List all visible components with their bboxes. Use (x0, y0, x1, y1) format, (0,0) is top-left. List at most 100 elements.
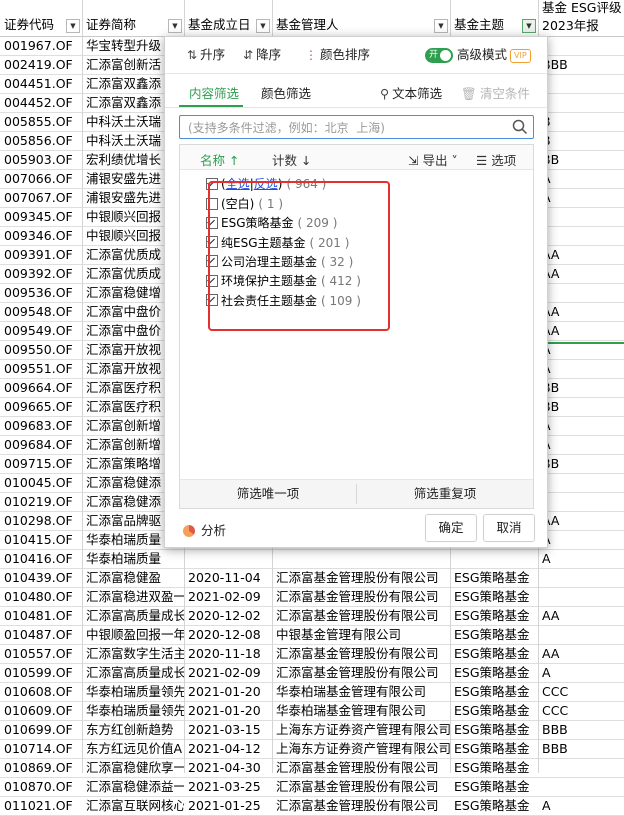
table-cell[interactable]: 2021-01-25 (184, 797, 272, 815)
table-cell[interactable]: BB (538, 398, 624, 416)
table-cell[interactable]: CCC (538, 702, 624, 720)
table-cell[interactable]: 010481.OF (0, 607, 82, 625)
table-cell[interactable]: 011021.OF (0, 797, 82, 815)
table-cell[interactable] (538, 588, 624, 606)
table-cell[interactable]: 汇添富基金管理股份有限公司 (272, 607, 450, 625)
table-cell[interactable]: 2021-03-25 (184, 778, 272, 796)
table-cell[interactable]: AA (538, 246, 624, 264)
table-cell[interactable]: 005903.OF (0, 151, 82, 169)
table-cell[interactable] (538, 227, 624, 245)
table-cell[interactable]: 009548.OF (0, 303, 82, 321)
table-cell[interactable] (538, 37, 624, 55)
table-cell[interactable]: 华泰柏瑞质量领先 (82, 702, 184, 720)
table-cell[interactable]: 中银基金管理有限公司 (272, 626, 450, 644)
table-cell[interactable]: 汇添富互联网核心 (82, 797, 184, 815)
table-cell[interactable]: 华泰柏瑞质量领先 (82, 683, 184, 701)
table-cell[interactable]: 009551.OF (0, 360, 82, 378)
table-cell[interactable]: 汇添富高质量成长 (82, 664, 184, 682)
color-sort-button[interactable]: ⋮ 颜色排序 (305, 46, 370, 64)
table-cell[interactable]: A (538, 417, 624, 435)
table-cell[interactable]: ESG策略基金 (450, 778, 538, 796)
tab-content-filter[interactable]: 内容筛选 (189, 83, 239, 102)
table-cell[interactable]: 华泰柏瑞质量 (82, 550, 184, 568)
table-cell[interactable] (538, 94, 624, 112)
table-cell[interactable]: 东方红创新趋势 (82, 721, 184, 739)
table-cell[interactable]: 010480.OF (0, 588, 82, 606)
table-cell[interactable] (538, 778, 624, 796)
table-cell[interactable]: 2021-01-20 (184, 702, 272, 720)
table-cell[interactable]: 汇添富稳健盈 (82, 569, 184, 587)
filter-dropdown-icon[interactable]: ▼ (434, 19, 448, 33)
table-cell[interactable]: 001967.OF (0, 37, 82, 55)
table-cell[interactable]: 002419.OF (0, 56, 82, 74)
table-cell[interactable]: A (538, 189, 624, 207)
table-cell[interactable]: AA (538, 512, 624, 530)
table-cell[interactable]: 东方红远见价值A (82, 740, 184, 758)
table-cell[interactable] (538, 75, 624, 93)
filter-duplicate-button[interactable]: 筛选重复项 (357, 480, 533, 508)
clear-condition-button[interactable]: 🗑 清空条件 (461, 83, 530, 102)
table-cell[interactable] (538, 474, 624, 492)
table-cell[interactable]: 010869.OF (0, 759, 82, 777)
header-manager[interactable]: 基金管理人 ▼ (272, 0, 450, 37)
table-cell[interactable]: 汇添富数字生活主 (82, 645, 184, 663)
table-cell[interactable]: 汇添富高质量成长 (82, 607, 184, 625)
table-row[interactable]: 010714.OF 东方红远见价值A 2021-04-12 上海东方证券资产管理有限公… (0, 740, 624, 759)
table-cell[interactable] (538, 493, 624, 511)
table-cell[interactable]: 010608.OF (0, 683, 82, 701)
table-row[interactable]: 010870.OF 汇添富稳健添益一 2021-03-25 汇添富基金管理股份有限公司… (0, 778, 624, 797)
table-cell[interactable]: 010439.OF (0, 569, 82, 587)
table-cell[interactable]: ESG策略基金 (450, 721, 538, 739)
table-cell[interactable]: ESG策略基金 (450, 569, 538, 587)
filter-unique-button[interactable]: 筛选唯一项 (180, 480, 356, 508)
table-cell[interactable]: BBB (538, 721, 624, 739)
table-cell[interactable]: 010219.OF (0, 493, 82, 511)
table-cell[interactable]: 汇添富稳健添益一 (82, 778, 184, 796)
table-cell[interactable] (538, 569, 624, 587)
table-cell[interactable]: A (538, 664, 624, 682)
table-cell[interactable]: 汇添富稳健欣享一 (82, 759, 184, 777)
sort-asc-button[interactable]: ⇅ 升序 (187, 46, 225, 64)
table-cell[interactable]: 009715.OF (0, 455, 82, 473)
table-cell[interactable]: 2021-02-09 (184, 588, 272, 606)
table-cell[interactable]: 2020-12-02 (184, 607, 272, 625)
table-cell[interactable]: 010416.OF (0, 550, 82, 568)
table-cell[interactable]: 010714.OF (0, 740, 82, 758)
table-cell[interactable]: 009665.OF (0, 398, 82, 416)
header-name[interactable]: 证券简称 ▼ (82, 0, 184, 37)
table-cell[interactable]: 2021-02-09 (184, 664, 272, 682)
tab-color-filter[interactable]: 颜色筛选 (261, 83, 311, 102)
table-row[interactable]: 010480.OF 汇添富稳进双盈一 2021-02-09 汇添富基金管理股份有限公司… (0, 588, 624, 607)
cancel-button[interactable]: 取消 (483, 514, 535, 542)
table-cell[interactable] (538, 284, 624, 302)
table-cell[interactable] (538, 759, 624, 777)
table-cell[interactable]: B (538, 113, 624, 131)
table-cell[interactable]: 2020-11-18 (184, 645, 272, 663)
table-cell[interactable]: 汇添富基金管理股份有限公司 (272, 778, 450, 796)
table-cell[interactable]: 2021-04-30 (184, 759, 272, 777)
table-cell[interactable]: A (538, 170, 624, 188)
filter-dropdown-icon[interactable]: ▼ (256, 19, 270, 33)
search-input[interactable] (186, 118, 510, 138)
table-cell[interactable]: 汇添富基金管理股份有限公司 (272, 664, 450, 682)
sort-desc-button[interactable]: ⇵ 降序 (243, 46, 281, 64)
table-cell[interactable]: 009346.OF (0, 227, 82, 245)
table-cell[interactable]: 2021-04-12 (184, 740, 272, 758)
analysis-button[interactable]: 分析 (183, 520, 226, 539)
table-cell[interactable]: 009536.OF (0, 284, 82, 302)
table-cell[interactable]: 中银顺盈回报一年 (82, 626, 184, 644)
table-cell[interactable]: B (538, 132, 624, 150)
table-cell[interactable] (272, 550, 450, 568)
table-cell[interactable] (538, 626, 624, 644)
table-row[interactable]: 010608.OF 华泰柏瑞质量领先 2021-01-20 华泰柏瑞基金管理有限公司 E… (0, 683, 624, 702)
table-cell[interactable]: 2021-03-15 (184, 721, 272, 739)
table-cell[interactable]: A (538, 531, 624, 549)
table-row[interactable]: 010439.OF 汇添富稳健盈 2020-11-04 汇添富基金管理股份有限公司 ES… (0, 569, 624, 588)
table-cell[interactable]: ESG策略基金 (450, 626, 538, 644)
table-cell[interactable]: BBB (538, 740, 624, 758)
table-row[interactable]: 010699.OF 东方红创新趋势 2021-03-15 上海东方证券资产管理有限公司… (0, 721, 624, 740)
table-row[interactable]: 010557.OF 汇添富数字生活主 2020-11-18 汇添富基金管理股份有限公司… (0, 645, 624, 664)
table-cell[interactable] (450, 550, 538, 568)
table-cell[interactable]: 009683.OF (0, 417, 82, 435)
table-row[interactable]: 011021.OF 汇添富互联网核心 2021-01-25 汇添富基金管理股份有限公司… (0, 797, 624, 816)
